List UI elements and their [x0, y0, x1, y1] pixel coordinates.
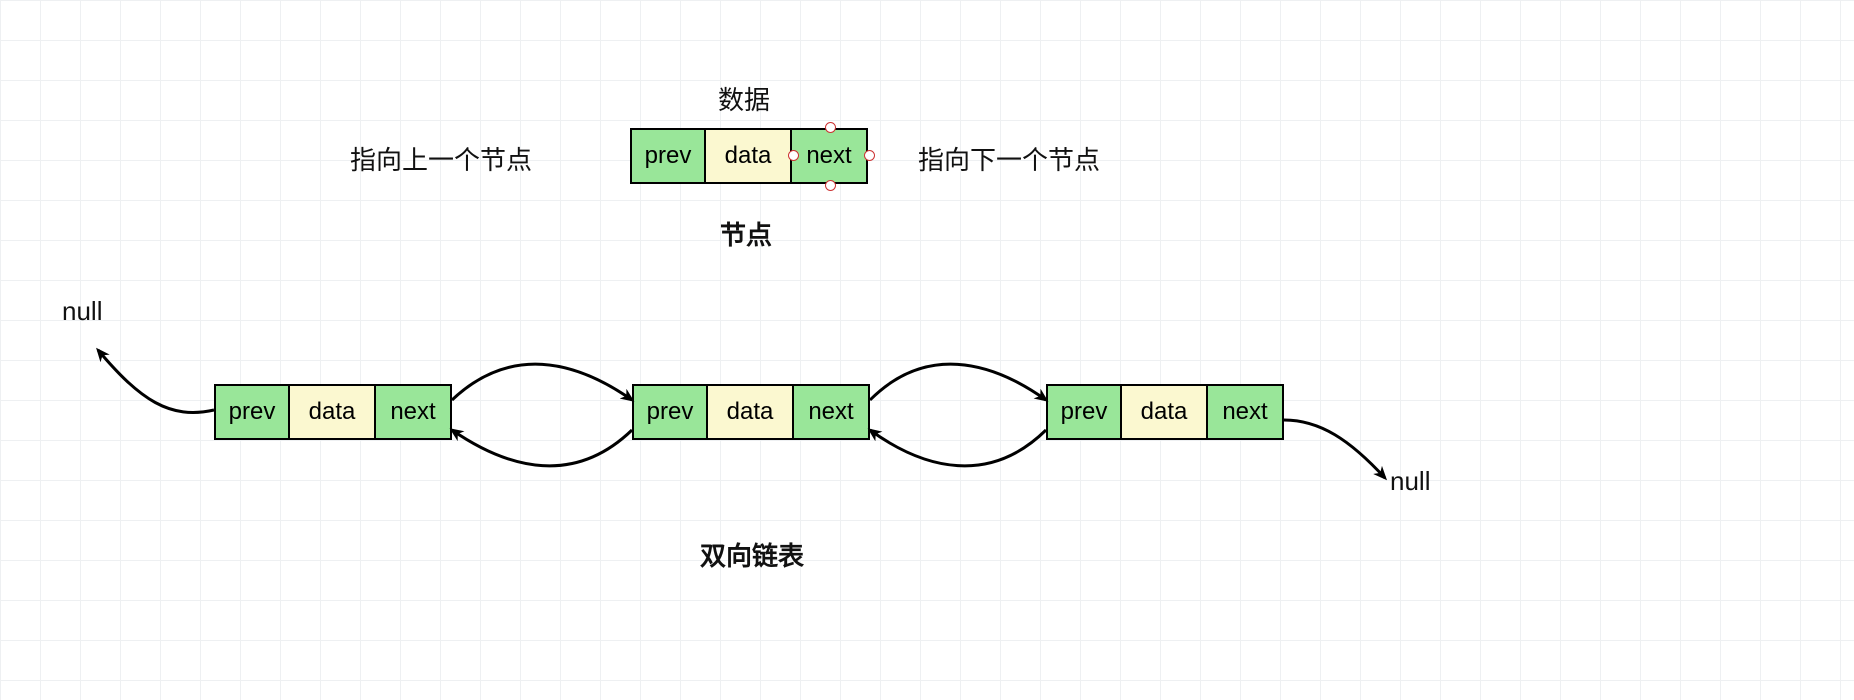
selection-handle-left[interactable]	[788, 150, 799, 161]
label-null-left: null	[62, 296, 102, 327]
top-node-data: data	[706, 130, 792, 182]
top-node-prev: prev	[632, 130, 706, 182]
list-node-2-prev: prev	[634, 386, 708, 438]
list-node-1-next: next	[376, 386, 450, 438]
arrow-1-to-2-forward	[452, 364, 632, 400]
label-prev-hint: 指向上一个节点	[350, 140, 532, 177]
list-node-3-data: data	[1122, 386, 1208, 438]
label-null-right: null	[1390, 466, 1430, 497]
arrow-2-to-3-forward	[870, 364, 1046, 400]
arrow-node3-to-null	[1284, 420, 1385, 478]
top-node-next[interactable]: next	[792, 130, 866, 182]
list-node-1: prev data next	[214, 384, 452, 440]
label-list-caption: 双向链表	[700, 536, 804, 573]
label-node-caption: 节点	[720, 215, 772, 252]
selection-handle-bottom[interactable]	[825, 180, 836, 191]
list-node-1-prev: prev	[216, 386, 290, 438]
label-data: 数据	[718, 80, 770, 117]
top-node: prev data next	[630, 128, 868, 184]
list-node-3-next: next	[1208, 386, 1282, 438]
selection-handle-right[interactable]	[864, 150, 875, 161]
list-node-2-data: data	[708, 386, 794, 438]
selection-handle-top[interactable]	[825, 122, 836, 133]
label-next-hint: 指向下一个节点	[918, 140, 1100, 177]
arrow-2-to-1-back	[452, 430, 632, 466]
list-node-1-data: data	[290, 386, 376, 438]
list-node-3-prev: prev	[1048, 386, 1122, 438]
list-node-2-next: next	[794, 386, 868, 438]
list-node-3: prev data next	[1046, 384, 1284, 440]
list-node-2: prev data next	[632, 384, 870, 440]
arrow-3-to-2-back	[870, 430, 1046, 466]
arrows-svg	[0, 0, 1854, 700]
arrow-node1-to-null	[98, 350, 214, 413]
